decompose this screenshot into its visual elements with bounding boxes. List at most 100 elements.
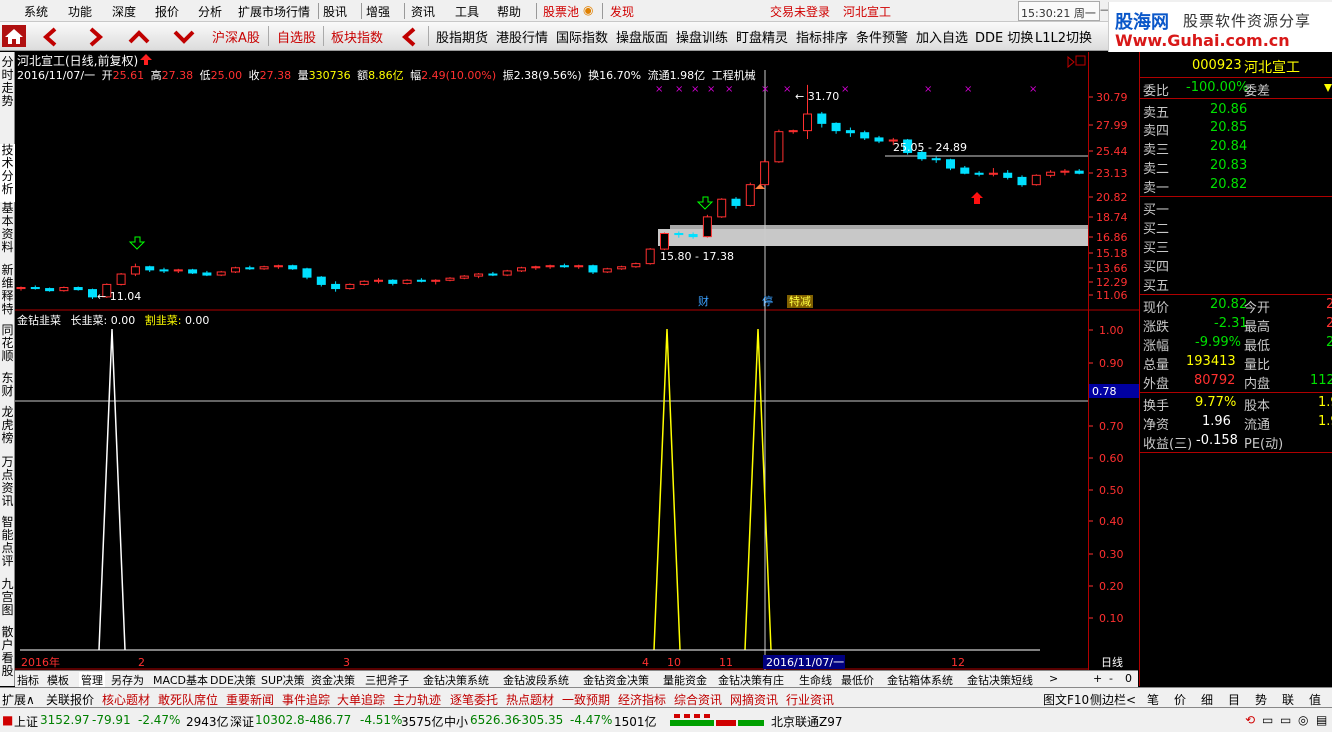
tab-eastmoney[interactable]: 东财 [0, 372, 15, 402]
menu-enhance[interactable]: 增强 [366, 3, 390, 20]
tab-scroll-right-icon[interactable]: > [1049, 672, 1058, 685]
ask1-price[interactable]: 20.82 [1210, 177, 1247, 192]
tab-retail-view[interactable]: 散户看股 [0, 626, 15, 684]
period-label[interactable]: 日线 [1101, 655, 1123, 669]
tab-tonghuashun[interactable]: 同花顺 [0, 324, 15, 368]
bottom-link[interactable]: 一致预期 [562, 691, 610, 708]
sh-index-value[interactable]: 3152.97 [40, 713, 90, 727]
menu-analysis[interactable]: 分析 [198, 3, 222, 20]
panel-tab[interactable]: 联 [1282, 691, 1294, 708]
tray-icon-1[interactable]: ▭ [1262, 713, 1273, 727]
tab-smart-review[interactable]: 智能点评 [0, 516, 15, 574]
indicator-tab[interactable]: 金钻决策有庄 [718, 672, 784, 688]
panel-tab[interactable]: 势 [1255, 691, 1267, 708]
tray-icon-2[interactable]: ▭ [1280, 713, 1291, 727]
indicator-tab[interactable]: 最低价 [841, 672, 874, 688]
bottom-link[interactable]: 关联报价 [46, 691, 94, 708]
indicator-tab[interactable]: 生命线 [799, 672, 832, 688]
toolbar-condition-alert[interactable]: 条件预警 [856, 27, 908, 46]
indicator-tab[interactable]: 模板 [47, 672, 69, 688]
bottom-link[interactable]: 网摘资讯 [730, 691, 778, 708]
panel-tab[interactable]: 价 [1174, 691, 1186, 708]
menu-extended-market[interactable]: 扩展市场行情 [238, 3, 310, 20]
f10-button[interactable]: 图文F10 [1043, 691, 1089, 708]
bottom-link[interactable]: 综合资讯 [674, 691, 722, 708]
toolbar-dde-switch[interactable]: DDE 切换 [975, 27, 1033, 46]
login-status[interactable]: 交易未登录 [770, 3, 830, 20]
toolbar-index-futures[interactable]: 股指期货 [436, 27, 488, 46]
tab-fundamentals[interactable]: 基本资料 [0, 202, 15, 260]
indicator-tab[interactable]: 管理 [79, 672, 105, 688]
tray-icon-3[interactable]: ◎ [1298, 713, 1308, 727]
server-info[interactable]: 北京联通Z97 [771, 713, 843, 730]
toolbar-trading-practice[interactable]: 操盘训练 [676, 27, 728, 46]
sz-index-value[interactable]: 10302.8 [255, 713, 305, 727]
menu-function[interactable]: 功能 [68, 3, 92, 20]
ask2-price[interactable]: 20.83 [1210, 158, 1247, 173]
menu-depth[interactable]: 深度 [112, 3, 136, 20]
panel-tab[interactable]: 值 [1309, 691, 1321, 708]
zoom-control[interactable]: - [1109, 672, 1113, 685]
menu-stock-news[interactable]: 股讯 [323, 3, 347, 20]
indicator-tab[interactable]: DDE决策 [210, 672, 256, 688]
kline-chart[interactable]: 河北宣工(日线,前复权) 2016/11/07/一 开25.61 高27.38 … [15, 52, 1088, 670]
panel-tab[interactable]: 细 [1201, 691, 1213, 708]
tab-nine-grid[interactable]: 九宫图 [0, 578, 15, 622]
event-cai[interactable]: 财 [698, 294, 709, 308]
menu-quote[interactable]: 报价 [155, 3, 179, 20]
indicator-tab[interactable]: 金钻决策短线 [967, 672, 1033, 688]
indicator-tab[interactable]: MACD基本 [153, 672, 208, 688]
toolbar-watchlist[interactable]: 自选股 [277, 27, 316, 46]
chart-area[interactable]: 河北宣工(日线,前复权) 2016/11/07/一 开25.61 高27.38 … [15, 52, 1088, 670]
bottom-link[interactable]: 经济指标 [618, 691, 666, 708]
toolbar-indicator-sort[interactable]: 指标排序 [796, 27, 848, 46]
indicator-tab[interactable]: 金钻波段系统 [503, 672, 569, 688]
menu-info[interactable]: 资讯 [411, 3, 435, 20]
zoom-control[interactable]: 0 [1125, 672, 1132, 685]
panel-tab[interactable]: 目 [1228, 691, 1240, 708]
zx-index-value[interactable]: 6526.36 [470, 713, 520, 727]
bottom-link[interactable]: 行业资讯 [786, 691, 834, 708]
arrow-up-icon[interactable] [128, 27, 150, 47]
indicator-tab[interactable]: SUP决策 [261, 672, 305, 688]
toolbar-hs-a-shares[interactable]: 沪深A股 [212, 27, 260, 46]
event-ting[interactable]: 停 [762, 294, 773, 308]
indicator-tab[interactable]: 量能资金 [663, 672, 707, 688]
toolbar-trading-layout[interactable]: 操盘版面 [616, 27, 668, 46]
indicator-tab[interactable]: 三把斧子 [365, 672, 409, 688]
event-shenjian[interactable]: 特减 [789, 294, 811, 308]
ask4-price[interactable]: 20.85 [1210, 120, 1247, 135]
tab-new-dimension[interactable]: 新维释特 [0, 264, 15, 322]
panel-tab[interactable]: 笔 [1147, 691, 1159, 708]
ask5-price[interactable]: 20.86 [1210, 102, 1247, 117]
bottom-link[interactable]: 事件追踪 [282, 691, 330, 708]
toolbar-monitor-wizard[interactable]: 盯盘精灵 [736, 27, 788, 46]
tab-intraday[interactable]: 分时走势 [0, 56, 15, 114]
sidebar-toggle[interactable]: 侧边栏< [1090, 691, 1136, 708]
home-icon[interactable] [2, 25, 26, 47]
arrow-down-icon[interactable] [173, 27, 195, 47]
zoom-control[interactable]: + [1093, 672, 1102, 685]
toolbar-hk-market[interactable]: 港股行情 [496, 27, 548, 46]
bottom-link[interactable]: 大单追踪 [337, 691, 385, 708]
bottom-link[interactable]: 重要新闻 [226, 691, 274, 708]
toolbar-add-watchlist[interactable]: 加入自选 [916, 27, 968, 46]
indicator-tab[interactable]: 金钻资金决策 [583, 672, 649, 688]
menu-help[interactable]: 帮助 [497, 3, 521, 20]
toolbar-sector-index[interactable]: 板块指数 [331, 27, 383, 46]
chart-option-icon[interactable] [1067, 55, 1075, 69]
tab-wandian-news[interactable]: 万点资讯 [0, 456, 15, 514]
chart-maximize-icon[interactable] [1075, 55, 1086, 66]
tray-icon-4[interactable]: ▤ [1316, 713, 1327, 727]
toolbar-l1l2-switch[interactable]: L1L2切换 [1035, 27, 1092, 46]
bottom-link[interactable]: 主力轨迹 [393, 691, 441, 708]
indicator-tab[interactable]: 资金决策 [311, 672, 355, 688]
refresh-icon[interactable]: ⟲ [1245, 713, 1255, 727]
bottom-link[interactable]: 扩展∧ [2, 691, 35, 708]
indicator-tab[interactable]: 指标 [17, 672, 39, 688]
collapse-left-icon[interactable] [400, 27, 420, 47]
bottom-link[interactable]: 核心题材 [102, 691, 150, 708]
indicator-tab[interactable]: 金钻箱体系统 [887, 672, 953, 688]
arrow-left-icon[interactable] [40, 27, 62, 47]
menu-tools[interactable]: 工具 [455, 3, 479, 20]
